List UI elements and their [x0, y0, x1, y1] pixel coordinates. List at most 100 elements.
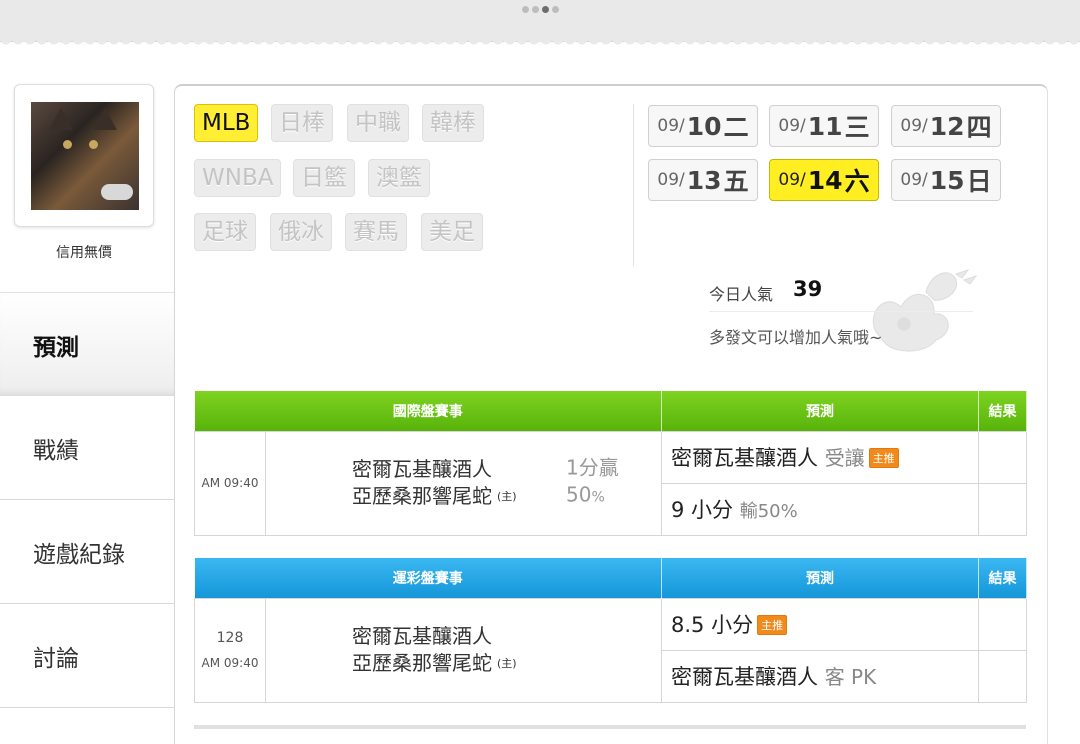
sidebar-item-prediction[interactable]: 預測	[0, 292, 174, 396]
league-button-khl[interactable]: 俄冰	[270, 213, 332, 251]
prediction-handicap[interactable]: 密爾瓦基釀酒人 客 PK	[661, 649, 979, 703]
popularity-label: 今日人氣	[709, 285, 774, 304]
odds-line: 1分贏	[566, 455, 619, 480]
sidebar-item-discussion[interactable]: 討論	[0, 604, 174, 708]
league-button-npb[interactable]: 日棒	[271, 104, 333, 142]
date-day: 12	[929, 111, 965, 141]
date-weekday: 日	[966, 167, 992, 196]
popularity-divider	[709, 311, 973, 312]
intl-match-header: 國際盤賽事	[194, 391, 662, 431]
date-day: 14	[807, 165, 843, 195]
date-month: 09/	[778, 170, 806, 190]
cat-eye-decor	[63, 140, 72, 149]
sidebar-item-label: 預測	[33, 334, 79, 361]
top-lace-strip	[0, 0, 1080, 47]
result-cell	[978, 649, 1027, 703]
prediction-pick: 9 小分	[671, 498, 734, 522]
sidebar-item-label: 討論	[33, 645, 79, 672]
game-time-text: AM 09:40	[201, 476, 259, 490]
date-month: 09/	[778, 116, 806, 136]
league-button-jbl[interactable]: 日籃	[293, 159, 355, 197]
team-home: 亞歷桑那響尾蛇	[352, 651, 492, 675]
team-home: 亞歷桑那響尾蛇	[352, 484, 492, 508]
league-button-wnba[interactable]: WNBA	[194, 159, 282, 197]
result-cell	[978, 482, 1027, 536]
intl-prediction-header: 預測	[661, 391, 979, 431]
date-month: 09/	[900, 116, 928, 136]
date-day: 10	[686, 111, 722, 141]
team-away: 密爾瓦基釀酒人	[352, 624, 492, 648]
lottery-match-header: 運彩盤賽事	[194, 558, 662, 598]
cat-ear-decor	[49, 108, 73, 130]
date-weekday: 四	[966, 113, 992, 142]
prediction-pick-detail: 輸50%	[739, 501, 798, 522]
result-cell	[978, 430, 1027, 484]
league-button-horse[interactable]: 賽馬	[345, 213, 407, 251]
cat-eye-decor	[89, 140, 98, 149]
handicap-odds: 1分贏 50%	[566, 455, 619, 512]
date-button[interactable]: 09/10 二	[648, 105, 758, 147]
league-button-nbl[interactable]: 澳籃	[368, 159, 430, 197]
avatar[interactable]	[31, 102, 139, 210]
league-button-cpbl[interactable]: 中職	[347, 104, 409, 142]
matchup-cell: 密爾瓦基釀酒人 亞歷桑那響尾蛇 (主) 1分贏 50%	[265, 430, 662, 536]
profile-card[interactable]	[14, 84, 154, 227]
profile-name: 信用無價	[56, 245, 112, 261]
page-dot-active	[542, 6, 549, 13]
intl-prediction-table: 國際盤賽事 預測 結果 AM 09:40 密爾瓦基釀酒人 亞歷桑那響尾蛇 (主) …	[194, 391, 1027, 536]
sidebar-item-record[interactable]: 戰績	[0, 396, 174, 500]
date-button[interactable]: 09/15 日	[891, 159, 1001, 201]
game-time: 128 AM 09:40	[194, 597, 266, 703]
league-button-kbo[interactable]: 韓棒	[422, 104, 484, 142]
popularity-value: 39	[793, 277, 823, 301]
featured-pick-badge: 主推	[868, 448, 899, 468]
sidebar-item-label: 遊戲紀錄	[33, 541, 125, 568]
prediction-handicap[interactable]: 密爾瓦基釀酒人 受讓 主推	[661, 430, 979, 484]
prediction-pick: 8.5 小分	[671, 613, 754, 637]
lottery-prediction-table: 運彩盤賽事 預測 結果 128 AM 09:40 密爾瓦基釀酒人 亞歷桑那響尾蛇…	[194, 558, 1027, 703]
result-cell	[978, 597, 1027, 651]
date-weekday: 六	[844, 167, 870, 196]
prediction-pick-detail: 受讓	[824, 446, 865, 470]
date-month: 09/	[900, 170, 928, 190]
page-dot	[532, 6, 539, 13]
game-time: AM 09:40	[194, 430, 266, 536]
date-weekday: 五	[723, 167, 749, 196]
page-dot	[552, 6, 559, 13]
team-away: 密爾瓦基釀酒人	[352, 457, 492, 481]
date-weekday: 三	[844, 113, 870, 142]
game-time-text: AM 09:40	[201, 656, 259, 670]
popularity-note: 多發文可以增加人氣哦~	[709, 328, 883, 347]
prediction-pick: 密爾瓦基釀酒人	[671, 665, 818, 689]
home-mark: (主)	[497, 657, 517, 670]
prediction-total[interactable]: 8.5 小分 主推	[661, 597, 979, 651]
teams: 密爾瓦基釀酒人 亞歷桑那響尾蛇 (主)	[352, 456, 517, 510]
date-button[interactable]: 09/12 四	[891, 105, 1001, 147]
featured-pick-badge: 主推	[757, 615, 788, 635]
sidebar-nav: 預測 戰績 遊戲紀錄 討論	[0, 292, 174, 708]
league-button-mlb[interactable]: MLB	[194, 104, 259, 142]
date-day: 15	[929, 165, 965, 195]
prediction-total[interactable]: 9 小分 輸50%	[661, 482, 979, 536]
odds-percent: 50	[566, 482, 592, 507]
date-day: 13	[686, 165, 722, 195]
date-weekday: 二	[723, 113, 749, 142]
cat-paw-decor	[101, 184, 133, 200]
page-dot	[522, 6, 529, 13]
league-button-soccer[interactable]: 足球	[194, 213, 256, 251]
intl-result-header: 結果	[978, 391, 1027, 431]
lottery-result-header: 結果	[978, 558, 1027, 598]
teams: 密爾瓦基釀酒人 亞歷桑那響尾蛇 (主)	[352, 623, 517, 677]
next-table-edge	[194, 725, 1026, 729]
odds-percent-sign: %	[591, 489, 605, 506]
date-button[interactable]: 09/11 三	[769, 105, 879, 147]
matchup-cell: 密爾瓦基釀酒人 亞歷桑那響尾蛇 (主)	[265, 597, 662, 703]
page-indicator	[522, 6, 559, 13]
sidebar-item-game-log[interactable]: 遊戲紀錄	[0, 500, 174, 604]
date-button-selected[interactable]: 09/14 六	[769, 159, 879, 201]
date-day: 11	[807, 111, 843, 141]
date-button[interactable]: 09/13 五	[648, 159, 758, 201]
section-divider	[633, 104, 634, 266]
league-button-nfl[interactable]: 美足	[421, 213, 483, 251]
prediction-pick: 密爾瓦基釀酒人	[671, 446, 818, 470]
